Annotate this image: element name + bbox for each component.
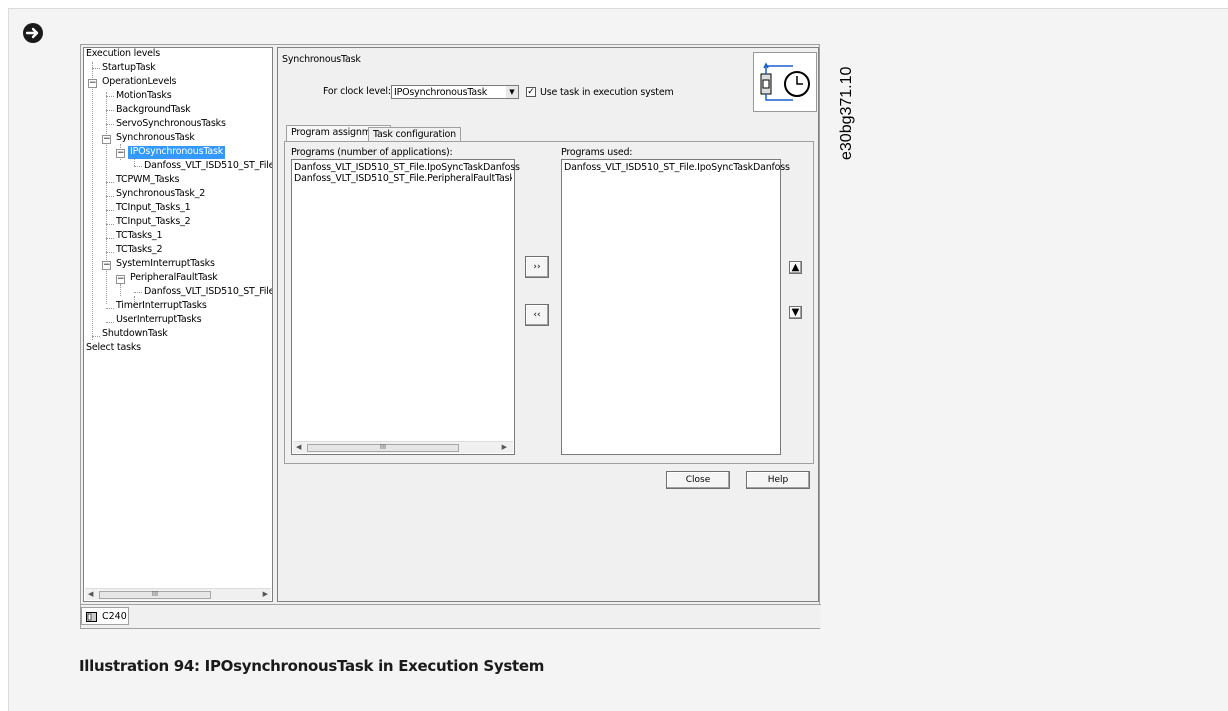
collapse-synchronoustask-icon[interactable]: − [102,135,111,144]
tree-node-ipo-program[interactable]: Danfoss_VLT_ISD510_ST_File.Ip [144,160,272,173]
collapse-systeminterrupttasks-icon[interactable]: − [102,261,111,270]
list-item[interactable]: Danfoss_VLT_ISD510_ST_File.IpoSyncTaskDa… [564,162,790,173]
use-task-label: Use task in execution system [540,87,674,98]
tree-node-operationlevels[interactable]: OperationLevels [102,76,177,89]
scroll-left-icon[interactable]: ◀ [88,590,93,598]
chevron-down-icon[interactable]: ▼ [506,86,518,98]
help-button[interactable]: Help [746,471,810,489]
tree-node-execution-levels[interactable]: Execution levels [86,48,160,61]
execution-levels-tree[interactable]: − − − − − Execution levels StartupTask O… [83,47,273,602]
tree-node-tcpwm-tasks[interactable]: TCPWM_Tasks [116,174,179,187]
collapse-peripheralfaulttask-icon[interactable]: − [116,275,125,284]
programs-label: Programs (number of applications): [291,147,453,158]
programs-list[interactable]: Danfoss_VLT_ISD510_ST_File.IpoSyncTaskDa… [291,159,520,455]
tree-node-iposynchronoustask[interactable]: IPOsynchronousTask [128,146,226,159]
scroll-right-icon[interactable]: ▶ [502,443,507,451]
tree-node-synchronoustask-2[interactable]: SynchronousTask_2 [116,188,205,201]
dialog-title: SynchronousTask [282,54,361,65]
device-icon [86,612,97,622]
scroll-right-icon[interactable]: ▶ [263,590,268,598]
figure-id: e30bg371.10 [838,66,855,160]
screenshot-window: − − − − − Execution levels StartupTask O… [80,44,821,629]
scroll-left-icon[interactable]: ◀ [296,443,301,451]
tree-node-backgroundtask[interactable]: BackgroundTask [116,104,191,117]
clock-level-value: IPOsynchronousTask [394,87,488,98]
clock-level-select[interactable]: IPOsynchronousTask ▼ [391,85,519,99]
scroll-thumb[interactable]: III [99,591,211,599]
figure-caption: Illustration 94: IPOsynchronousTask in E… [79,657,545,675]
tree-node-synchronoustask[interactable]: SynchronousTask [116,132,195,145]
list-item[interactable]: Danfoss_VLT_ISD510_ST_File.PeripheralFau… [294,173,512,184]
tree-node-motiontasks[interactable]: MotionTasks [116,90,172,103]
task-clock-icon [753,52,817,112]
tree-node-startuptask[interactable]: StartupTask [102,62,156,75]
move-down-button[interactable]: ▼ [789,306,802,319]
remove-program-button[interactable]: ‹‹ [525,304,549,326]
tree-node-userinterrupttasks[interactable]: UserInterruptTasks [116,314,202,327]
tree-node-tcinput-tasks-2[interactable]: TCInput_Tasks_2 [116,216,191,229]
programs-used-list[interactable]: Danfoss_VLT_ISD510_ST_File.IpoSyncTaskDa… [561,159,790,455]
tree-node-tctasks-1[interactable]: TCTasks_1 [116,230,163,243]
device-tab-label: C240 [102,611,127,622]
program-assignment-panel: Programs (number of applications): Danfo… [284,141,814,464]
tree-node-timerinterrupttasks[interactable]: TimerInterruptTasks [116,300,207,313]
tree-node-systeminterrupttasks[interactable]: SystemInterruptTasks [116,258,215,271]
use-task-checkbox[interactable]: ✓ [526,87,536,97]
statusbar: C240 [81,604,821,628]
task-dialog: SynchronousTask For clock level: IPOsync… [277,47,819,602]
add-program-button[interactable]: ›› [525,256,549,278]
tree-node-peripheralfaulttask[interactable]: PeripheralFaultTask [130,272,218,285]
tree-node-tcinput-tasks-1[interactable]: TCInput_Tasks_1 [116,202,191,215]
tree-node-tctasks-2[interactable]: TCTasks_2 [116,244,163,257]
scroll-thumb[interactable]: III [307,444,459,452]
clock-level-label: For clock level: [323,86,391,97]
arrow-right-circle-icon [23,23,43,43]
collapse-operationlevels-icon[interactable]: − [88,79,97,88]
tab-task-configuration[interactable]: Task configuration [368,127,461,141]
close-button[interactable]: Close [666,471,730,489]
move-up-button[interactable]: ▲ [789,261,802,274]
collapse-iposynchronoustask-icon[interactable]: − [116,149,125,158]
tree-node-select-tasks[interactable]: Select tasks [86,342,141,355]
tree-horizontal-scrollbar[interactable]: ◀ III ▶ [85,588,271,600]
device-tab[interactable]: C240 [81,607,129,625]
tree-node-servosynchronoustasks[interactable]: ServoSynchronousTasks [116,118,226,131]
tree-node-shutdowntask[interactable]: ShutdownTask [102,328,168,341]
programs-used-label: Programs used: [561,147,633,158]
programs-horizontal-scrollbar[interactable]: ◀ III ▶ [293,441,513,453]
list-item[interactable]: Danfoss_VLT_ISD510_ST_File.IpoSyncTaskDa… [294,162,520,173]
tree-node-peripheral-program[interactable]: Danfoss_VLT_ISD510_ST_File.Ip [144,286,272,299]
